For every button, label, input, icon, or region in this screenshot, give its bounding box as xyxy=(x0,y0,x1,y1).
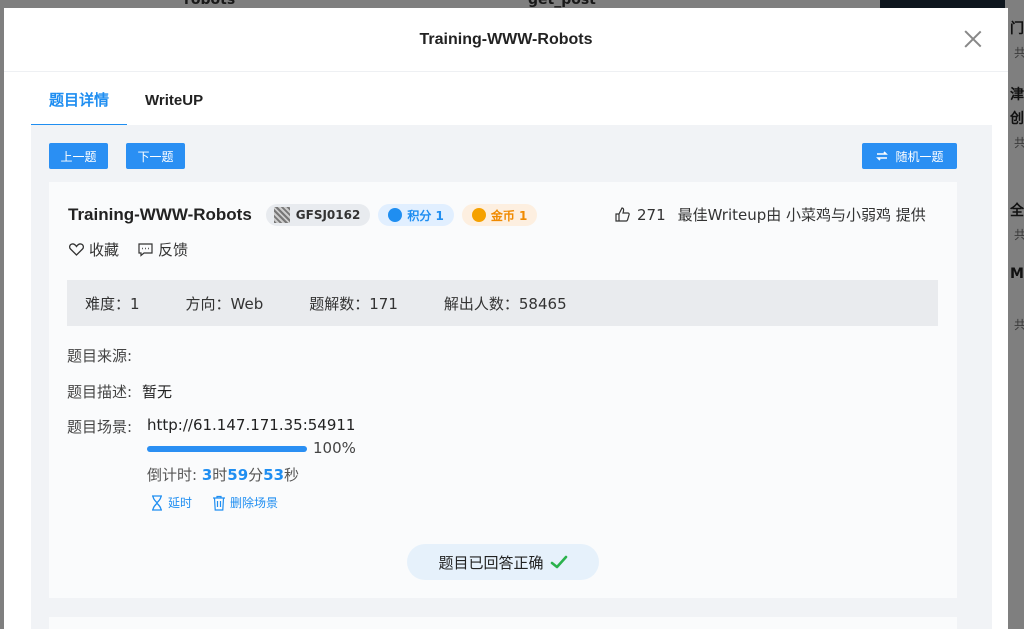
random-question-label: 随机一题 xyxy=(895,149,944,164)
shuffle-icon xyxy=(876,151,889,161)
countdown-seconds-unit: 秒 xyxy=(284,466,300,484)
check-icon xyxy=(550,555,567,569)
answered-label: 题目已回答正确 xyxy=(438,553,544,572)
feedback-icon xyxy=(138,243,153,257)
prev-question-button[interactable]: 上一题 xyxy=(49,143,108,169)
countdown-minutes-unit: 分 xyxy=(248,466,264,484)
close-icon[interactable] xyxy=(964,30,982,48)
thumbs-up-icon[interactable] xyxy=(614,206,631,223)
stat-solvers: 解出人数：58465 xyxy=(443,294,567,313)
countdown: 倒计时: 3时59分53秒 xyxy=(147,464,299,485)
scene-progress-fill xyxy=(147,446,307,452)
coin-label: 金币 1 xyxy=(490,208,528,223)
countdown-minutes: 59 xyxy=(227,466,249,484)
scene-label: 题目场景: xyxy=(67,418,133,436)
countdown-seconds: 53 xyxy=(263,466,285,484)
tab-writeup[interactable]: WriteUP xyxy=(127,72,221,126)
feedback-button[interactable]: 反馈 xyxy=(137,239,188,260)
challenge-title-row: Training-WWW-Robots GFSJ0162 积分 1 金币 1 xyxy=(68,204,545,226)
stat-direction: 方向：Web xyxy=(185,294,264,313)
countdown-prefix: 倒计时: xyxy=(147,466,202,484)
coin-icon xyxy=(471,208,486,222)
favorite-button[interactable]: 收藏 xyxy=(68,239,119,260)
scene-progress-bar xyxy=(147,446,307,452)
score-badge: 积分 1 xyxy=(378,204,454,226)
description-value: 暂无 xyxy=(142,383,173,401)
delete-scene-label: 删除场景 xyxy=(230,496,279,510)
tab-content: 上一题 下一题 随机一题 Training-WWW-Robots GFSJ016… xyxy=(31,125,992,629)
modal-header: Training-WWW-Robots xyxy=(4,8,1008,72)
stats-bar: 难度：1 方向：Web 题解数：171 解出人数：58465 xyxy=(67,280,938,326)
secondary-card xyxy=(49,617,957,629)
source-label: 题目来源: xyxy=(67,347,133,365)
next-question-button[interactable]: 下一题 xyxy=(126,143,185,169)
like-row: 271 最佳Writeup由 小菜鸡与小弱鸡 提供 xyxy=(614,204,926,225)
challenge-modal: Training-WWW-Robots 题目详情 WriteUP 上一题 下一题… xyxy=(4,8,1008,629)
action-row: 收藏 反馈 xyxy=(68,239,206,260)
random-question-button[interactable]: 随机一题 xyxy=(862,143,957,169)
favorite-label: 收藏 xyxy=(89,241,120,259)
challenge-name: Training-WWW-Robots xyxy=(68,205,252,224)
challenge-card: Training-WWW-Robots GFSJ0162 积分 1 金币 1 2… xyxy=(49,182,957,598)
countdown-hours: 3 xyxy=(201,466,213,484)
challenge-id-badge: GFSJ0162 xyxy=(265,204,371,226)
trash-icon xyxy=(213,495,226,511)
countdown-hours-unit: 时 xyxy=(212,466,228,484)
extend-time-button[interactable]: 延时 xyxy=(150,494,192,511)
feedback-label: 反馈 xyxy=(158,241,189,259)
score-icon xyxy=(388,208,403,222)
stat-difficulty: 难度：1 xyxy=(85,294,140,313)
like-count: 271 xyxy=(637,205,666,224)
answered-status: 题目已回答正确 xyxy=(407,544,599,580)
delete-scene-button[interactable]: 删除场景 xyxy=(212,494,278,511)
qr-icon xyxy=(273,207,290,223)
best-writeup-text[interactable]: 最佳Writeup由 小菜鸡与小弱鸡 提供 xyxy=(678,204,926,225)
modal-title: Training-WWW-Robots xyxy=(419,30,593,48)
hourglass-icon xyxy=(152,494,162,511)
stat-solves: 题解数：171 xyxy=(309,294,398,313)
scene-actions: 延时 删除场景 xyxy=(150,494,298,511)
challenge-id: GFSJ0162 xyxy=(295,208,361,222)
description-label: 题目描述: xyxy=(67,383,133,401)
tab-bar: 题目详情 WriteUP xyxy=(4,72,1008,126)
scene-progress-text: 100% xyxy=(313,439,356,457)
score-label: 积分 1 xyxy=(407,208,444,223)
scene-url[interactable]: http://61.147.171.35:54911 xyxy=(147,416,355,434)
tab-details[interactable]: 题目详情 xyxy=(31,72,128,126)
coin-badge: 金币 1 xyxy=(461,204,538,226)
extend-time-label: 延时 xyxy=(168,496,193,510)
heart-icon xyxy=(69,243,84,256)
